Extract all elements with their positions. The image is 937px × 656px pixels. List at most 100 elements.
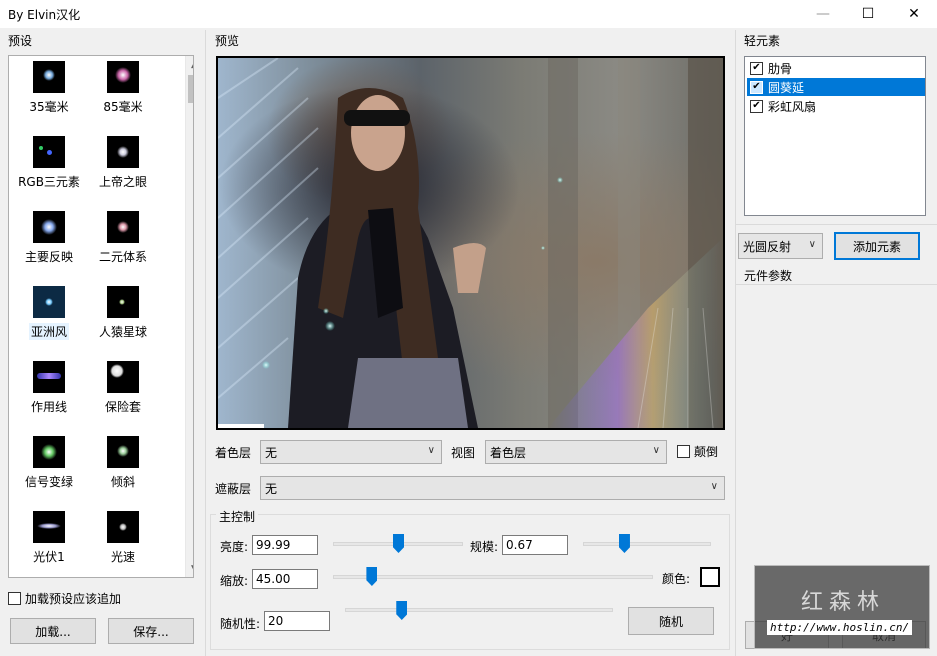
preset-item[interactable]: 85毫米 (83, 61, 163, 133)
preset-item[interactable]: 光伏1 (9, 511, 89, 577)
preview-image[interactable] (216, 56, 725, 430)
invert-checkbox-row[interactable]: 颠倒 (677, 443, 718, 460)
chevron-down-icon: ∨ (710, 481, 718, 492)
view-label: 视图 (451, 446, 476, 460)
presets-scrollbar[interactable]: ▲ ▼ (185, 56, 193, 577)
append-checkbox-label: 加载预设应该追加 (25, 592, 122, 606)
element-checkbox[interactable]: ✔ (750, 80, 763, 94)
preset-label: 作用线 (30, 400, 67, 414)
color-label: 颜色: (662, 572, 691, 586)
element-label: 彩虹风扇 (768, 99, 817, 114)
load-button[interactable]: 加载... (10, 618, 96, 644)
preset-item[interactable]: 保险套 (83, 361, 163, 433)
element-type-value: 光圆反射 (743, 239, 792, 254)
preset-thumbnail (33, 136, 65, 168)
scale-slider-track[interactable] (583, 542, 711, 546)
preset-thumbnail (107, 511, 139, 543)
randomness-label: 随机性: (220, 617, 261, 631)
element-item-rainbow-fan[interactable]: ✔ 彩虹风扇 (747, 97, 925, 115)
preset-label: 光伏1 (33, 550, 65, 564)
chevron-down-icon: ∨ (652, 445, 660, 456)
randomness-slider-track[interactable] (345, 608, 613, 612)
close-button[interactable]: ✕ (891, 0, 937, 28)
minimize-button[interactable]: — (800, 0, 846, 28)
window-title: By Elvin汉化 (8, 8, 81, 22)
preset-item[interactable]: 人猿星球 (83, 286, 163, 358)
preset-item[interactable]: 光速 (83, 511, 163, 577)
preset-thumbnail (33, 361, 65, 393)
preset-label: 主要反映 (24, 250, 73, 264)
scale-label: 规模: (470, 540, 499, 554)
preset-thumbnail (33, 61, 65, 93)
preset-thumbnail (107, 286, 139, 318)
preset-item[interactable]: 二元体系 (83, 211, 163, 283)
preset-thumbnail (107, 436, 139, 468)
preset-label: 上帝之眼 (98, 175, 147, 189)
append-checkbox-row[interactable]: 加载预设应该追加 (8, 590, 121, 607)
preset-label: 35毫米 (29, 100, 69, 114)
color-swatch[interactable] (700, 567, 720, 587)
divider (205, 30, 206, 656)
element-type-select[interactable]: 光圆反射 ∨ (738, 233, 823, 259)
preset-thumbnail (33, 211, 65, 243)
subject-figure (288, 88, 486, 428)
scroll-up-icon[interactable]: ▲ (186, 56, 193, 73)
preset-label: 光速 (110, 550, 135, 564)
scale-input[interactable]: 0.67 (502, 535, 568, 555)
element-item-rib[interactable]: ✔ 肋骨 (747, 59, 925, 77)
preset-label: 二元体系 (98, 250, 147, 264)
zoom-slider-track[interactable] (333, 575, 653, 579)
preset-item[interactable]: 上帝之眼 (83, 136, 163, 208)
element-checkbox[interactable]: ✔ (750, 61, 763, 75)
watermark-url: http://www.hoslin.cn/ (767, 620, 913, 635)
maximize-button[interactable]: ☐ (845, 0, 891, 28)
color-layer-label: 着色层 (215, 446, 252, 460)
preset-label: 倾斜 (110, 475, 135, 489)
chevron-down-icon: ∨ (427, 445, 435, 456)
color-layer-select[interactable]: 无 ∨ (260, 440, 442, 464)
zoom-label: 缩放: (220, 574, 249, 588)
title-bar: By Elvin汉化 — ☐ ✕ (0, 0, 937, 28)
element-label: 圆葵延 (768, 80, 805, 95)
element-label: 肋骨 (768, 61, 793, 76)
mask-layer-label: 遮蔽层 (215, 482, 252, 496)
preset-thumbnail (107, 136, 139, 168)
chevron-down-icon: ∨ (808, 239, 816, 250)
preset-label: 亚洲风 (28, 323, 69, 340)
preset-item[interactable]: 35毫米 (9, 61, 89, 133)
brightness-label: 亮度: (220, 540, 249, 554)
preset-label: 85毫米 (103, 100, 143, 114)
preset-item[interactable]: 主要反映 (9, 211, 89, 283)
preset-item[interactable]: 倾斜 (83, 436, 163, 508)
preview-canvas (218, 58, 723, 428)
preset-thumbnail (33, 436, 65, 468)
preset-item[interactable]: RGB三元素 (9, 136, 89, 208)
watermark-overlay: 红森林 http://www.hoslin.cn/ (754, 565, 930, 649)
elements-list[interactable]: ✔ 肋骨 ✔ 圆葵延 ✔ 彩虹风扇 (744, 56, 926, 216)
element-checkbox[interactable]: ✔ (750, 99, 763, 113)
preset-thumbnail (33, 286, 65, 318)
preset-item[interactable]: 信号变绿 (9, 436, 89, 508)
preset-label: 人猿星球 (98, 325, 147, 339)
randomness-input[interactable]: 20 (264, 611, 330, 631)
scroll-down-icon[interactable]: ▼ (186, 560, 193, 577)
append-checkbox[interactable] (8, 592, 21, 605)
preset-thumbnail (107, 61, 139, 93)
invert-checkbox[interactable] (677, 445, 690, 458)
invert-label: 颠倒 (694, 445, 719, 459)
preset-item[interactable]: 作用线 (9, 361, 89, 433)
brightness-input[interactable]: 99.99 (252, 535, 318, 555)
mask-layer-select[interactable]: 无 ∨ (260, 476, 725, 500)
elements-label: 轻元素 (744, 34, 781, 48)
element-item-selected[interactable]: ✔ 圆葵延 (747, 78, 925, 96)
save-button[interactable]: 保存... (108, 618, 194, 644)
view-select[interactable]: 着色层 ∨ (485, 440, 667, 464)
main-controls-label: 主控制 (216, 508, 259, 525)
preset-item-selected[interactable]: 亚洲风 (9, 286, 89, 358)
presets-list[interactable]: 35毫米 85毫米 RGB三元素 上帝之眼 主要反映 二元体系 亚洲风 人猿星球… (8, 55, 194, 578)
random-button[interactable]: 随机 (628, 607, 714, 635)
zoom-input[interactable]: 45.00 (252, 569, 318, 589)
scroll-thumb[interactable] (188, 75, 193, 103)
add-element-button[interactable]: 添加元素 (834, 232, 920, 260)
preset-label: RGB三元素 (18, 175, 80, 189)
